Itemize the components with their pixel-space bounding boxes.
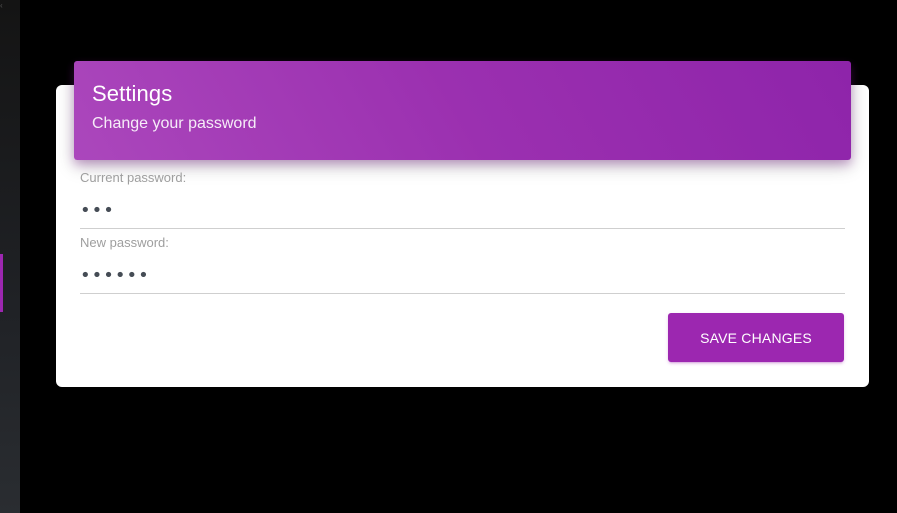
sidebar: ‹ <box>0 0 20 513</box>
page-subtitle: Change your password <box>92 115 257 132</box>
current-password-field: Current password: <box>80 171 845 229</box>
page-title: Settings <box>92 81 173 106</box>
new-password-label: New password: <box>80 235 169 250</box>
card-header: Settings Change your password <box>74 61 851 160</box>
current-password-input[interactable] <box>80 193 845 229</box>
current-password-label: Current password: <box>80 170 187 185</box>
new-password-input[interactable] <box>80 258 845 294</box>
new-password-field: New password: <box>80 236 845 294</box>
save-changes-button[interactable]: SAVE CHANGES <box>668 313 844 362</box>
sidebar-active-indicator[interactable] <box>0 254 3 312</box>
chevron-icon: ‹ <box>0 1 3 10</box>
